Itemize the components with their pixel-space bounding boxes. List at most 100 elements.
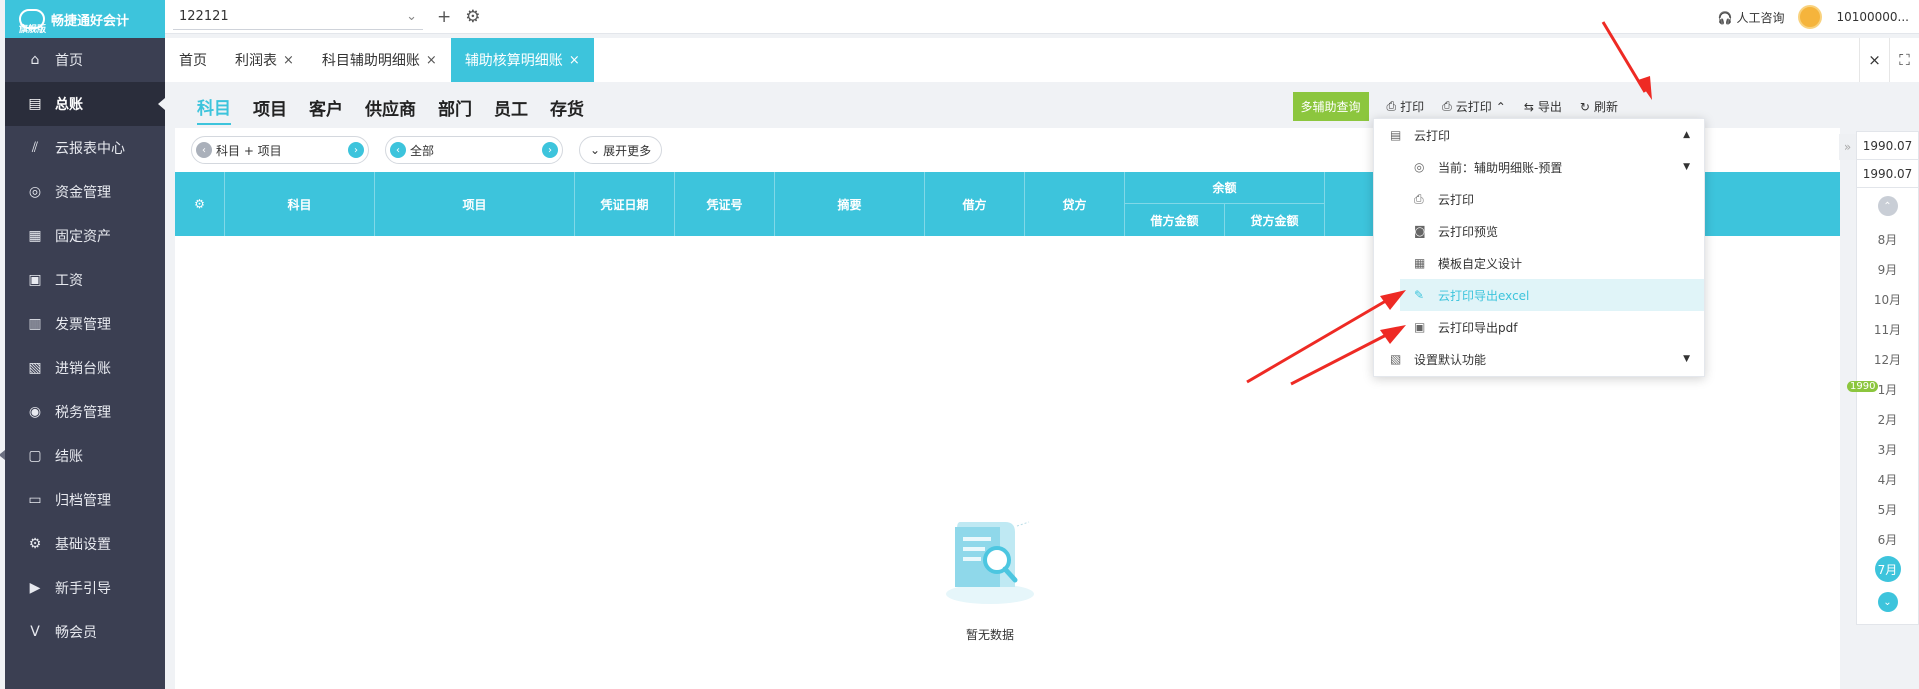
sidebar-item-salary[interactable]: ▣ 工资 (5, 258, 165, 302)
period-start[interactable]: 1990.07 (1857, 132, 1918, 160)
brand-logo[interactable]: 畅捷通好会计 旗舰版 (5, 0, 165, 38)
subtab-employee[interactable]: 员工 (494, 91, 528, 124)
gear-icon: ⚙ (194, 197, 205, 211)
sidebar-item-tax[interactable]: ◉ 税务管理 (5, 390, 165, 434)
subject-filter-select[interactable]: ‹ 科目 + 项目 › (191, 136, 369, 164)
tab-profit[interactable]: 利润表 × (221, 38, 308, 82)
select-value: 科目 + 项目 (216, 143, 282, 158)
subtab-stock[interactable]: 存货 (550, 91, 584, 124)
print-button[interactable]: ⎙ 打印 (1387, 98, 1425, 115)
subtab-subject[interactable]: 科目 (197, 90, 231, 125)
sidebar-item-asset[interactable]: ▦ 固定资产 (5, 214, 165, 258)
scroll-down-icon[interactable]: ⌄ (1877, 592, 1898, 612)
sidebar-item-label: 首页 (55, 53, 83, 69)
sidebar-item-label: 结账 (55, 449, 83, 465)
expand-more-button[interactable]: ⌄ 展开更多 (579, 136, 663, 164)
month-item[interactable]: 2月 (1857, 404, 1918, 434)
dropdown-default-function[interactable]: ▧ 设置默认功能 ▼ (1374, 343, 1704, 375)
month-item[interactable]: 9月 (1857, 254, 1918, 284)
tab-aux-detail[interactable]: 辅助核算明细账 × (450, 38, 594, 82)
sidebar-item-label: 税务管理 (55, 405, 111, 421)
company-select[interactable]: 122121 ⌄ (173, 4, 423, 30)
column-settings[interactable]: ⚙ (175, 172, 225, 236)
gear-icon: ⚙ (28, 536, 42, 552)
dropdown-export-excel[interactable]: ✎ 云打印导出excel (1400, 279, 1704, 311)
tab-subject-detail[interactable]: 科目辅助明细账 × (308, 38, 451, 82)
page-tabs: 首页 利润表 × 科目辅助明细账 × 辅助核算明细账 × × ⛶ (165, 38, 1919, 82)
month-item[interactable]: 3月 (1857, 434, 1918, 464)
month-item[interactable]: 6月 (1857, 524, 1918, 554)
guide-icon: ▶ (29, 580, 41, 596)
panel-collapse-icon[interactable]: » (1839, 134, 1856, 160)
subtab-department[interactable]: 部门 (438, 91, 472, 124)
close-icon[interactable]: × (426, 53, 437, 68)
close-all-icon[interactable]: × (1859, 38, 1889, 82)
sidebar-item-archive[interactable]: ▭ 归档管理 (5, 478, 165, 522)
sidebar-item-closing[interactable]: ▢ 结账 (5, 434, 165, 478)
chevron-left-icon[interactable]: ‹ (390, 142, 406, 158)
month-item[interactable]: 11月 (1857, 314, 1918, 344)
column-header: 项目 (375, 172, 575, 236)
month-item[interactable]: 1990 1月 (1847, 374, 1918, 404)
sidebar-nav: ⌂ 首页 ▤ 总账 ⫽ 云报表中心 ◎ 资金管理 ▦ 固定资产 ▣ 工资 ▥ 发票管理 ▧ 进销… (5, 38, 165, 654)
multi-query-button[interactable]: 多辅助查询 (1292, 92, 1369, 121)
support-link[interactable]: 🎧 人工咨询 (1718, 9, 1785, 26)
chevron-right-icon[interactable]: › (542, 142, 558, 158)
month-item[interactable]: 4月 (1857, 464, 1918, 494)
subtab-supplier[interactable]: 供应商 (365, 91, 416, 124)
tab-home[interactable]: 首页 (165, 38, 221, 82)
app-window: 畅捷通好会计 旗舰版 ⌂ 首页 ▤ 总账 ⫽ 云报表中心 ◎ 资金管理 ▦ 固定资产 ▣ 工… (0, 0, 1919, 689)
sidebar-item-vip[interactable]: V 畅会员 (5, 610, 165, 654)
subtab-customer[interactable]: 客户 (309, 91, 343, 124)
sidebar-item-ledger[interactable]: ▤ 总账 (5, 82, 165, 126)
close-icon[interactable]: × (283, 53, 294, 68)
preview-icon: ◙ (1414, 224, 1426, 238)
sidebar-item-report[interactable]: ⫽ 云报表中心 (5, 126, 165, 170)
refresh-button[interactable]: ↻ 刷新 (1580, 98, 1618, 115)
chevron-left-icon[interactable]: ‹ (196, 142, 212, 158)
scroll-up-icon[interactable]: ⌃ (1877, 196, 1898, 216)
month-item[interactable]: 12月 (1857, 344, 1918, 374)
sidebar-item-guide[interactable]: ▶ 新手引导 (5, 566, 165, 610)
subtab-project[interactable]: 项目 (253, 91, 287, 124)
pdf-export-icon: ▣ (1414, 320, 1426, 334)
cloud-print-button[interactable]: ⎙ 云打印 ⌃ (1442, 98, 1506, 115)
dropdown-title[interactable]: ▤ 云打印 ▲ (1374, 119, 1704, 151)
dropdown-template-design[interactable]: ▦ 模板自定义设计 (1374, 247, 1704, 279)
user-name[interactable]: 10100000... (1836, 10, 1909, 24)
period-end[interactable]: 1990.07 (1857, 160, 1918, 188)
sidebar-item-invoice[interactable]: ▥ 发票管理 (5, 302, 165, 346)
close-icon[interactable]: × (569, 53, 580, 68)
chevron-right-icon[interactable]: › (348, 142, 364, 158)
scope-filter-select[interactable]: ‹ 全部 › (385, 136, 563, 164)
invoice-icon: ▥ (28, 316, 42, 332)
inventory-icon: ▧ (28, 360, 42, 376)
dropdown-export-pdf[interactable]: ▣ 云打印导出pdf (1374, 311, 1704, 343)
month-item-active[interactable]: 7月 (1857, 554, 1918, 584)
cloud-print-dropdown: ▤ 云打印 ▲ ◎ 当前：辅助明细账-预置 ▼ ⎙ 云打印 ◙ 云打印预览 ▦ 模板自定义设计… (1373, 118, 1705, 377)
gear-icon[interactable]: ⚙ (465, 7, 480, 27)
dropdown-cloud-print[interactable]: ⎙ 云打印 (1374, 183, 1704, 215)
sidebar-item-label: 畅会员 (55, 625, 97, 641)
printer-icon: ⎙ (1442, 99, 1452, 113)
month-item[interactable]: 5月 (1857, 494, 1918, 524)
menu-item-label: 设置默认功能 (1414, 352, 1487, 367)
dropdown-current-template[interactable]: ◎ 当前：辅助明细账-预置 ▼ (1374, 151, 1704, 183)
sidebar-item-label: 进销台账 (55, 361, 111, 377)
sidebar-item-money[interactable]: ◎ 资金管理 (5, 170, 165, 214)
export-icon: ⇆ (1523, 99, 1534, 114)
add-icon[interactable]: + (437, 7, 451, 27)
sidebar-item-inventory[interactable]: ▧ 进销台账 (5, 346, 165, 390)
sidebar-item-settings[interactable]: ⚙ 基础设置 (5, 522, 165, 566)
month-item[interactable]: 8月 (1857, 224, 1918, 254)
dropdown-print-preview[interactable]: ◙ 云打印预览 (1374, 215, 1704, 247)
tab-label: 科目辅助明细账 (321, 53, 420, 69)
refresh-icon: ↻ (1579, 99, 1590, 114)
month-item[interactable]: 10月 (1857, 284, 1918, 314)
sidebar-collapse-handle[interactable] (0, 450, 5, 460)
fullscreen-icon[interactable]: ⛶ (1889, 38, 1919, 82)
export-button[interactable]: ⇆ 导出 (1524, 98, 1562, 115)
year-badge: 1990 (1847, 381, 1879, 392)
avatar[interactable] (1798, 5, 1823, 29)
sidebar-item-home[interactable]: ⌂ 首页 (5, 38, 165, 82)
